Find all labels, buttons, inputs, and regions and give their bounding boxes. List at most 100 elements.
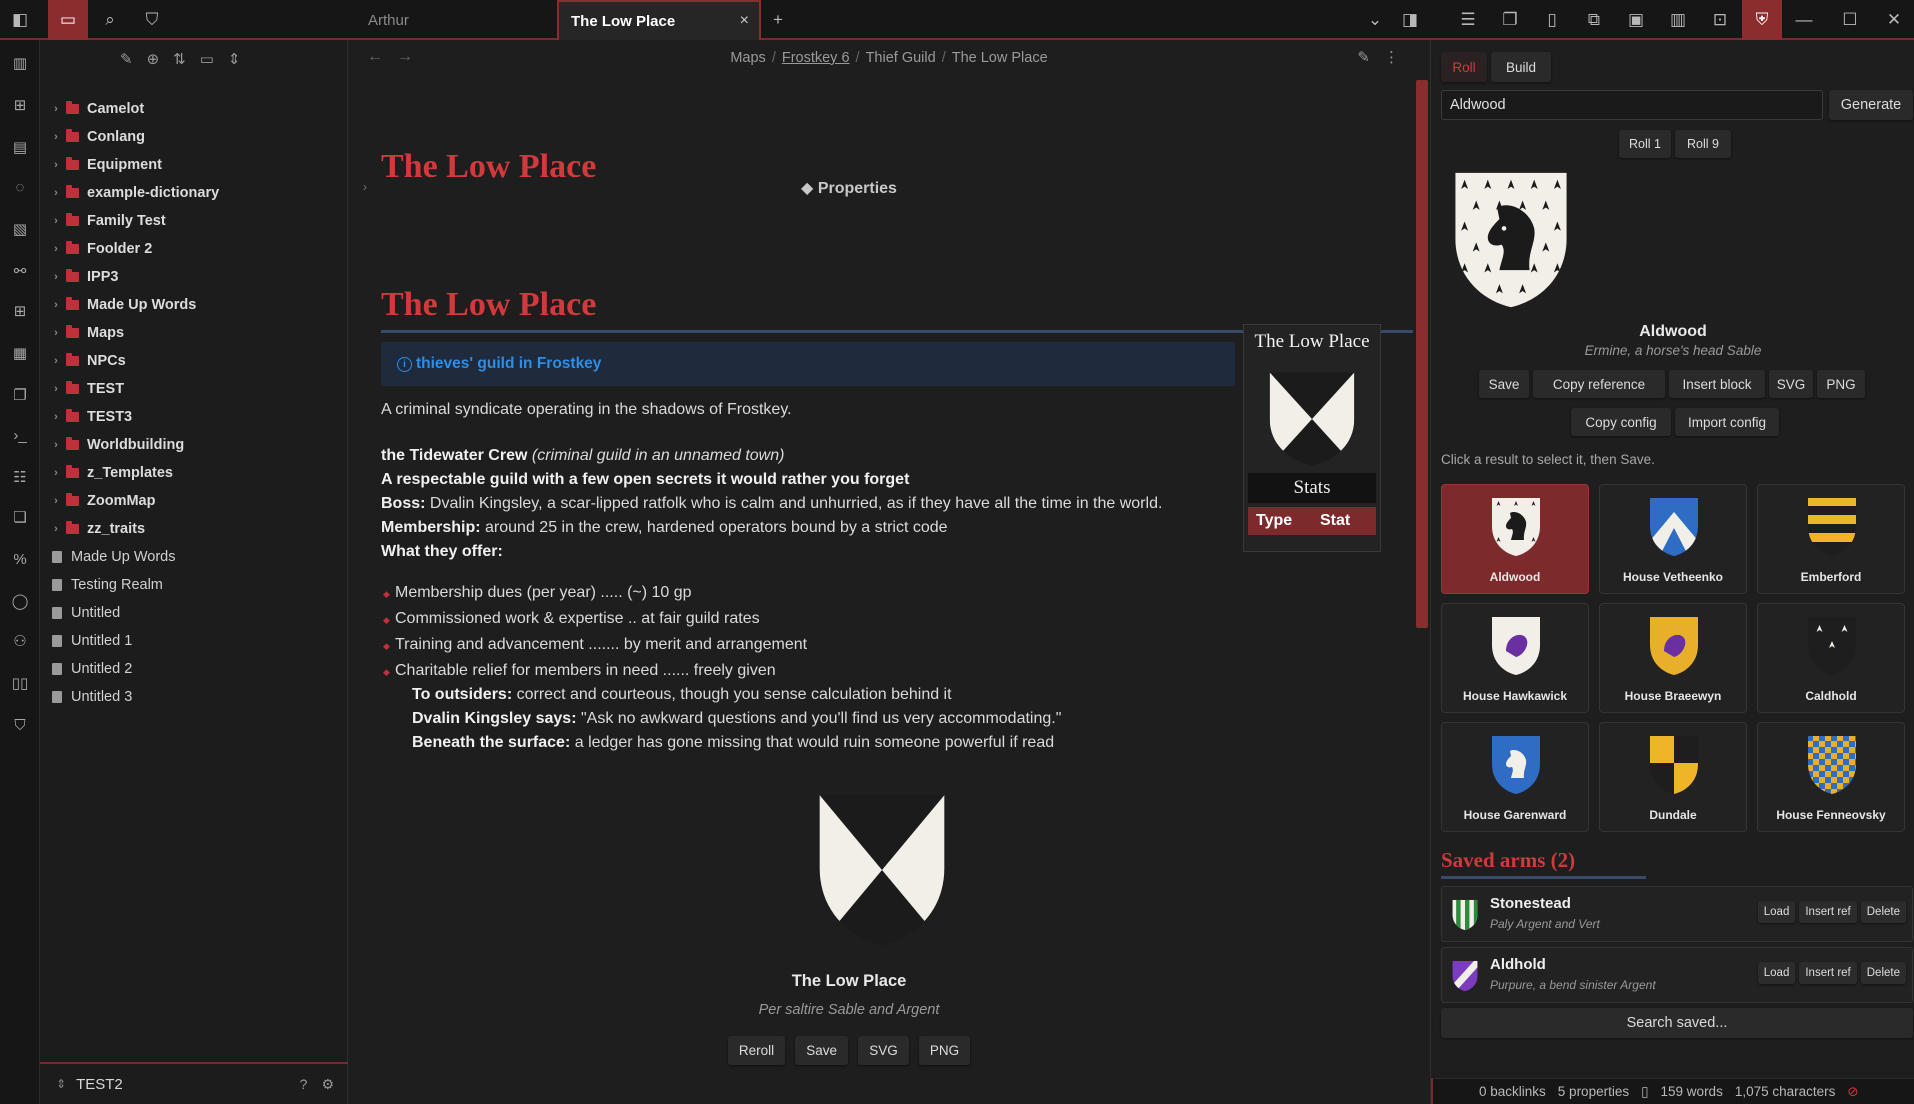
insert-block-button[interactable]: Insert block <box>1669 370 1765 398</box>
dice-icon[interactable]: ◌ <box>0 172 40 202</box>
result-card-aldwood[interactable]: Aldwood <box>1441 484 1589 594</box>
delete-button[interactable]: Delete <box>1860 901 1906 923</box>
folder-item[interactable]: › Maps <box>46 320 124 346</box>
new-folder-icon[interactable]: ⊕ <box>147 50 160 68</box>
percent-icon[interactable]: % <box>0 544 40 574</box>
roll9-button[interactable]: Roll 9 <box>1675 130 1731 158</box>
note-icon[interactable]: ▧ <box>0 214 40 244</box>
result-card-garenward[interactable]: House Garenward <box>1441 722 1589 832</box>
book-icon[interactable]: ▤ <box>0 132 40 162</box>
result-card-caldhold[interactable]: Caldhold <box>1757 603 1905 713</box>
save-button[interactable]: Save <box>1479 370 1529 398</box>
book-icon[interactable]: ▯ <box>1641 1084 1648 1100</box>
shield-icon[interactable]: ⛨ <box>1742 0 1782 40</box>
window-close-icon[interactable]: ✕ <box>1874 0 1914 40</box>
result-card-vetheenko[interactable]: House Vetheenko <box>1599 484 1747 594</box>
image-icon[interactable]: ▣ <box>1616 0 1656 40</box>
delete-button[interactable]: Delete <box>1860 962 1906 984</box>
more-icon[interactable]: ⋮ <box>1384 48 1399 66</box>
canvas-icon[interactable]: ⊞ <box>0 90 40 120</box>
folder-item[interactable]: › z_Templates <box>46 460 173 486</box>
folder-item[interactable]: › Foolder 2 <box>46 236 152 262</box>
generate-button[interactable]: Generate <box>1829 90 1913 120</box>
import-config-button[interactable]: Import config <box>1675 408 1779 436</box>
copy-icon[interactable]: ❐ <box>0 380 40 410</box>
file-item[interactable]: Untitled 1 <box>40 628 132 654</box>
folder-item[interactable]: › TEST <box>46 376 124 402</box>
shield-icon[interactable]: ⛉ <box>0 710 40 740</box>
result-card-fenneovsky[interactable]: House Fenneovsky <box>1757 722 1905 832</box>
insert-ref-button[interactable]: Insert ref <box>1799 901 1857 923</box>
edit-icon[interactable]: ✎ <box>1357 48 1370 66</box>
folder-item[interactable]: › IPP3 <box>46 264 118 290</box>
vault-switcher[interactable]: ⇕ TEST2 ? ⚙ <box>40 1062 348 1104</box>
terminal-icon[interactable]: ›_ <box>0 420 40 450</box>
roll1-button[interactable]: Roll 1 <box>1619 130 1671 158</box>
folder-item[interactable]: › zz_traits <box>46 516 145 542</box>
folder-icon[interactable]: ▭ <box>48 0 88 40</box>
file-item[interactable]: Untitled 2 <box>40 656 132 682</box>
folder-item[interactable]: › Camelot <box>46 96 144 122</box>
folder-item[interactable]: › TEST3 <box>46 404 132 430</box>
close-icon[interactable]: × <box>740 12 749 30</box>
search-icon[interactable]: ⌕ <box>90 0 130 40</box>
gear-icon[interactable]: ⚙ <box>321 1076 334 1093</box>
folder-item[interactable]: › example-dictionary <box>46 180 219 206</box>
png-button[interactable]: PNG <box>1817 370 1865 398</box>
load-button[interactable]: Load <box>1757 901 1796 923</box>
load-button[interactable]: Load <box>1757 962 1796 984</box>
copy-icon[interactable]: ❐ <box>1490 0 1530 40</box>
minimize-icon[interactable]: — <box>1784 0 1824 40</box>
maximize-icon[interactable]: ☐ <box>1830 0 1870 40</box>
result-card-braeewyn[interactable]: House Braeewyn <box>1599 603 1747 713</box>
bookmark-icon[interactable]: ⛉ <box>132 0 172 40</box>
folder-item[interactable]: › Made Up Words <box>46 292 196 318</box>
help-icon[interactable]: ? <box>300 1076 308 1093</box>
folder-item[interactable]: › Equipment <box>46 152 162 178</box>
expand-icon[interactable]: ⇕ <box>228 50 241 68</box>
folder-item[interactable]: › ZoomMap <box>46 488 155 514</box>
list-icon[interactable]: ☷ <box>0 462 40 492</box>
result-card-emberford[interactable]: Emberford <box>1757 484 1905 594</box>
insert-ref-button[interactable]: Insert ref <box>1799 962 1857 984</box>
split-view-icon[interactable]: ◨ <box>1390 0 1430 40</box>
files-icon[interactable]: ❏ <box>0 502 40 532</box>
new-tab-icon[interactable]: + <box>758 0 798 40</box>
users-icon[interactable]: ⚇ <box>0 626 40 656</box>
svg-button[interactable]: SVG <box>1769 370 1813 398</box>
sidebar-toggle-icon[interactable]: ◧ <box>0 0 40 40</box>
backlinks-count[interactable]: 0 backlinks <box>1479 1084 1546 1099</box>
file-item[interactable]: Made Up Words <box>40 544 176 570</box>
saved-item-stonestead[interactable]: Stonestead Paly Argent and Vert Load Ins… <box>1441 886 1913 942</box>
map-icon[interactable]: ▥ <box>0 48 40 78</box>
graph-icon[interactable]: ⚯ <box>0 256 40 286</box>
folder-item[interactable]: › Worldbuilding <box>46 432 184 458</box>
tab-roll[interactable]: Roll <box>1441 52 1487 82</box>
tab-build[interactable]: Build <box>1491 52 1551 82</box>
svg-button[interactable]: SVG <box>858 1036 909 1065</box>
file-icon[interactable]: ▯ <box>1532 0 1572 40</box>
copy-config-button[interactable]: Copy config <box>1571 408 1671 436</box>
breadcrumb-frostkey[interactable]: Frostkey 6 <box>782 50 850 66</box>
book-icon[interactable]: ⧉ <box>1574 0 1614 40</box>
properties-count[interactable]: 5 properties <box>1558 1084 1629 1099</box>
properties-toggle[interactable]: ◆ Properties <box>349 178 1349 198</box>
breadcrumb-thief-guild[interactable]: Thief Guild <box>866 50 936 66</box>
file-item[interactable]: Testing Realm <box>40 572 163 598</box>
folder-item[interactable]: › Family Test <box>46 208 166 234</box>
search-saved-button[interactable]: Search saved... <box>1441 1008 1913 1038</box>
sync-off-icon[interactable]: ⊘ <box>1847 1084 1858 1100</box>
open-book-icon[interactable]: ▯▯ <box>0 668 40 698</box>
chevron-down-icon[interactable]: ⌄ <box>1355 0 1395 40</box>
breadcrumb-maps[interactable]: Maps <box>730 50 765 66</box>
scrollbar[interactable] <box>1416 80 1428 628</box>
list-icon[interactable]: ☰ <box>1448 0 1488 40</box>
file-item[interactable]: Untitled 3 <box>40 684 132 710</box>
tab-arthur[interactable]: Arthur <box>356 0 556 40</box>
tab-the-low-place[interactable]: The Low Place × <box>557 0 761 40</box>
sort-icon[interactable]: ⇅ <box>173 50 186 68</box>
result-card-dundale[interactable]: Dundale <box>1599 722 1747 832</box>
grid-icon[interactable]: ⊞ <box>0 296 40 326</box>
copy-reference-button[interactable]: Copy reference <box>1533 370 1665 398</box>
collapse-icon[interactable]: ▭ <box>200 50 214 68</box>
